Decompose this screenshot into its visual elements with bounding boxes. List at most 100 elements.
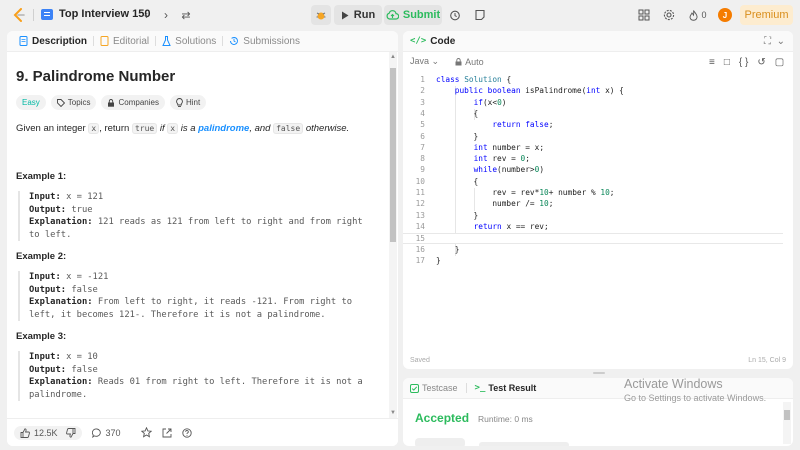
user-avatar[interactable]: J [718,8,732,22]
code-line[interactable]: 15 [403,233,783,245]
description-scrollbar[interactable]: ▲ ▼ [389,52,397,418]
code-line[interactable]: 3 if(x<0) [403,98,783,109]
case-tab-placeholder[interactable] [415,438,465,446]
code-line[interactable]: 5 return false; [403,120,783,131]
hint-chip[interactable]: Hint [169,95,207,110]
layout-grid-icon[interactable] [636,7,652,23]
result-scrollbar[interactable] [783,402,791,444]
companies-chip[interactable]: Companies [101,95,165,110]
terminal-icon: >_ [474,383,486,393]
topics-chip[interactable]: Topics [50,95,97,110]
bookmark-icon[interactable]: □ [724,57,730,68]
code-line[interactable]: 7 int number = x; [403,143,783,154]
auto-mode-toggle[interactable]: Auto [455,57,484,67]
comment-count: 370 [105,427,121,438]
code-line[interactable]: 11 rev = rev*10+ number % 10; [403,188,783,199]
reset-icon[interactable]: ↺ [757,57,765,68]
scrollbar-thumb[interactable] [784,410,790,420]
problem-tags: Easy Topics Companies Hint [16,95,377,110]
notes-icon[interactable] [472,7,488,23]
prev-problem-icon[interactable]: ‹ [140,6,152,24]
code-text: class Solution { [436,75,512,84]
example-title: Example 3: [16,331,67,342]
lightbulb-icon [176,98,183,107]
premium-button[interactable]: Premium [740,5,793,25]
alarm-clock-icon[interactable] [447,7,463,23]
maximize-icon[interactable]: ⛶ [764,36,771,47]
code-text: number /= 10; [492,199,554,209]
cursor-position: Ln 15, Col 9 [748,356,786,364]
code-line[interactable]: 1 class Solution { [403,75,783,86]
palindrome-link[interactable]: palindrome [198,123,249,134]
line-number: 13 [415,210,425,220]
flask-icon [162,36,171,46]
code-text: int number = x; [473,142,545,152]
language-selector[interactable]: Java ⌄ [410,56,439,67]
bug-icon [316,12,326,20]
code-line[interactable]: 14 return x == rev; [403,222,783,233]
result-tabs: Testcase >_ Test Result [403,378,793,399]
code-text: while(number>0) [473,165,545,175]
comment-icon [91,428,101,438]
code-line[interactable]: 13 } [403,211,783,222]
favorite-star-icon[interactable] [140,427,152,438]
shuffle-icon[interactable]: ⇄ [179,6,193,24]
run-label: Run [353,9,376,21]
code-line[interactable]: 10 { [403,177,783,188]
leetcode-logo-icon[interactable] [12,8,26,22]
tab-test-result[interactable]: >_ Test Result [475,383,537,393]
code-line[interactable]: 16 } [403,245,783,256]
code-line[interactable]: 6 } [403,132,783,143]
scroll-up-icon[interactable]: ▲ [390,54,396,60]
tab-testcase[interactable]: Testcase [410,383,458,393]
like-button[interactable]: 12.5K [14,425,82,440]
problem-list-title[interactable]: Top Interview 150 [59,8,151,20]
comments-button[interactable]: 370 [91,427,121,438]
lock-icon [455,57,462,65]
scrollbar-thumb[interactable] [390,68,396,242]
streak-counter[interactable]: 0 [686,7,710,23]
share-icon[interactable] [162,428,172,438]
run-button[interactable]: Run [334,5,382,25]
problem-list-icon[interactable] [41,9,53,20]
code-line[interactable]: 8 int rev = 0; [403,154,783,165]
code-text: } [436,255,441,265]
code-line[interactable]: 9 while(number>0) [403,165,783,176]
panel-resize-handle[interactable] [593,372,605,374]
difficulty-badge: Easy [16,95,46,110]
scroll-down-icon[interactable]: ▼ [390,410,396,416]
tab-solutions[interactable]: Solutions [156,36,222,47]
line-number: 12 [415,199,425,209]
tab-submissions[interactable]: Submissions [223,36,306,47]
case-tab-placeholder [479,442,569,446]
example-2: Example 2: Input: x = -121 Output: false… [16,251,377,321]
help-icon[interactable] [181,427,192,438]
tag-icon [56,98,65,107]
description-footer: 12.5K 370 [7,418,398,446]
code-text: int rev = 0; [473,154,530,164]
next-problem-icon[interactable]: › [160,6,172,24]
fullscreen-icon[interactable]: ▢ [775,57,784,68]
braces-icon[interactable]: { } [739,57,748,68]
cloud-upload-icon [386,10,399,20]
submit-label: Submit [402,9,441,21]
code-toolbar: Java ⌄ Auto ≡ □ { } ↺ ▢ [403,52,793,71]
like-count: 12.5K [34,427,58,438]
code-line[interactable]: 12 number /= 10; [403,199,783,210]
debug-button[interactable] [311,5,331,25]
code-line[interactable]: 2 public boolean isPalindrome(int x) { [403,86,783,97]
tab-editorial[interactable]: Editorial [94,36,155,47]
code-text: rev = rev*10+ number % 10; [492,188,615,197]
tab-description[interactable]: Description [13,36,93,47]
settings-gear-icon[interactable] [661,7,677,23]
line-number: 11 [415,188,425,197]
format-icon[interactable]: ≡ [709,57,715,68]
code-line[interactable]: 4 { [403,109,783,120]
code-line[interactable]: 17} [403,256,783,267]
thumbs-down-icon[interactable] [65,427,76,438]
code-editor[interactable]: 1 class Solution {2 public boolean isPali… [403,75,793,353]
submit-button[interactable]: Submit [384,5,442,25]
collapse-icon[interactable]: ⌄ [777,36,785,47]
play-icon [341,11,349,19]
